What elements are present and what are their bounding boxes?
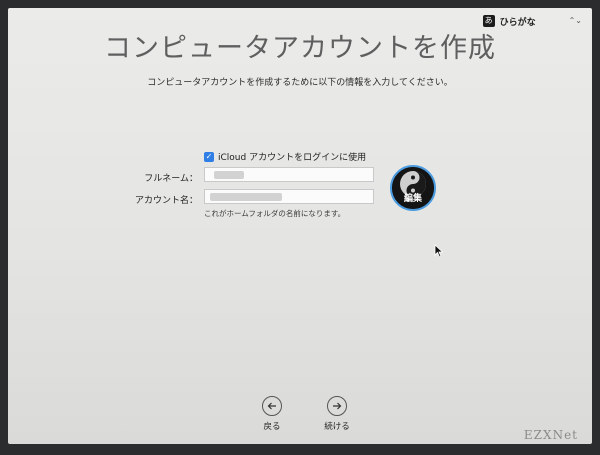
account-name-label: アカウント名：	[134, 196, 198, 206]
icloud-login-option[interactable]: ✓ iCloud アカウントをログインに使用	[204, 150, 366, 163]
watermark-logo: EZXNet	[523, 428, 578, 442]
forward-arrow-icon	[327, 396, 347, 416]
avatar-edit-button[interactable]: 編集	[392, 191, 434, 204]
continue-label: 続ける	[324, 422, 350, 432]
full-name-label: フルネーム：	[144, 174, 198, 184]
chevron-updown-icon: ⌃⌄	[568, 16, 582, 25]
continue-button[interactable]: 続ける	[317, 396, 357, 432]
page-title: コンピュータアカウントを作成	[104, 33, 496, 64]
icloud-checkbox-label: iCloud アカウントをログインに使用	[218, 153, 367, 163]
back-label: 戻る	[263, 422, 281, 432]
user-avatar[interactable]: 編集	[390, 165, 436, 211]
setup-screen: あ ひらがな ⌃⌄ コンピュータアカウントを作成 コンピュータアカウントを作成す…	[8, 8, 592, 444]
redacted-full-name	[214, 171, 244, 179]
page-subtitle: コンピュータアカウントを作成するために以下の情報を入力してください。	[147, 78, 453, 88]
account-name-hint: これがホームフォルダの名前になります。	[204, 209, 346, 218]
icloud-checkbox[interactable]: ✓	[204, 151, 214, 162]
back-arrow-icon	[262, 396, 282, 416]
redacted-account-name	[210, 193, 282, 201]
back-button[interactable]: 戻る	[252, 396, 292, 432]
mouse-pointer-icon	[434, 244, 444, 258]
